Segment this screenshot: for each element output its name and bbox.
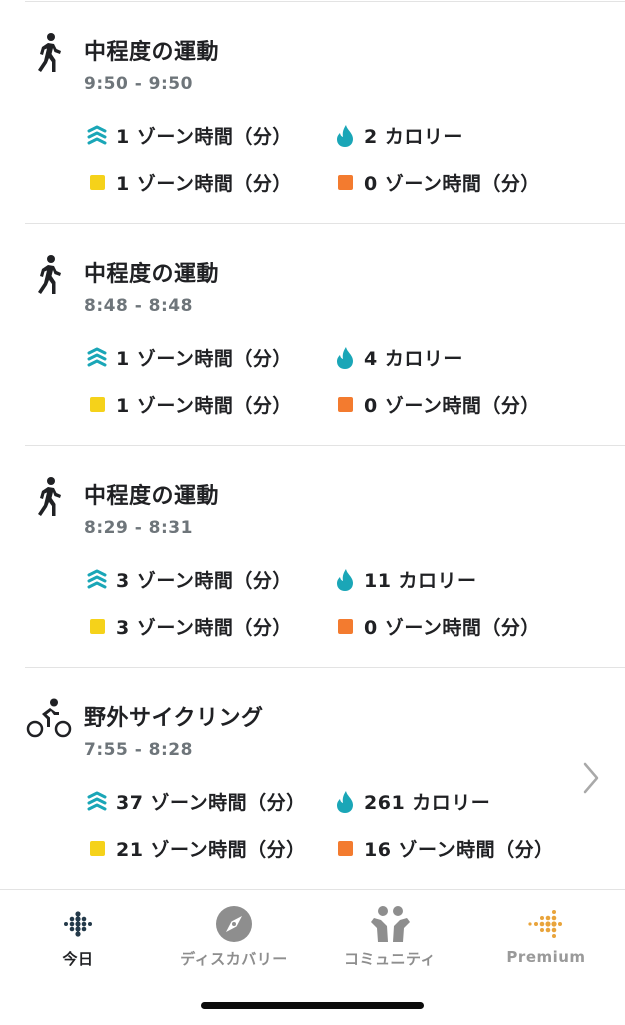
- walking-icon: [38, 33, 61, 72]
- home-indicator[interactable]: [201, 1002, 424, 1009]
- fat-burn-stat: 21 ゾーン時間（分）: [86, 835, 306, 862]
- cardio-stat: 0 ゾーン時間（分）: [334, 169, 540, 196]
- activity-entry[interactable]: 中程度の運動 8:29 - 8:31 3 ゾーン時間（分） 11 カロリー 3 …: [0, 446, 625, 668]
- activity-title: 中程度の運動: [84, 262, 220, 287]
- fat-burn-value: 1 ゾーン時間（分）: [116, 173, 292, 195]
- walking-icon: [38, 255, 61, 294]
- calories-value: 11 カロリー: [364, 570, 477, 592]
- activity-entry[interactable]: 野外サイクリング 7:55 - 8:28 37 ゾーン時間（分） 261 カロリ…: [0, 668, 625, 890]
- activity-title: 野外サイクリング: [84, 706, 264, 731]
- tab-label: Premium: [506, 948, 586, 966]
- tab-premium[interactable]: Premium: [468, 890, 624, 990]
- walking-icon: [38, 477, 61, 516]
- activity-title: 中程度の運動: [84, 484, 220, 509]
- cardio-stat: 16 ゾーン時間（分）: [334, 835, 554, 862]
- zone-minutes-value: 37 ゾーン時間（分）: [116, 792, 306, 814]
- activity-title: 中程度の運動: [84, 40, 220, 65]
- flame-icon: [334, 346, 356, 369]
- cardio-stat: 0 ゾーン時間（分）: [334, 391, 540, 418]
- calories-stat: 2 カロリー: [334, 122, 463, 149]
- activity-time: 9:50 - 9:50: [84, 74, 193, 94]
- flame-icon: [334, 124, 356, 147]
- activity-time: 8:48 - 8:48: [84, 296, 193, 316]
- cardio-square-icon: [337, 397, 353, 412]
- fitbit-dots-icon: [64, 911, 92, 937]
- zone-chevrons-icon: [86, 791, 108, 813]
- tab-label: ディスカバリー: [180, 950, 288, 968]
- calories-stat: 4 カロリー: [334, 344, 463, 371]
- cardio-square-icon: [337, 175, 353, 190]
- cardio-square-icon: [337, 841, 353, 856]
- cycling-icon: [26, 698, 72, 738]
- tab-label: コミュニティ: [343, 950, 437, 968]
- cardio-square-icon: [337, 619, 353, 634]
- premium-dots-icon: [528, 910, 562, 938]
- cardio-value: 0 ゾーン時間（分）: [364, 395, 540, 417]
- fat-burn-square-icon: [89, 619, 105, 634]
- calories-value: 2 カロリー: [364, 126, 463, 148]
- zone-chevrons-icon: [86, 569, 108, 591]
- fat-burn-stat: 3 ゾーン時間（分）: [86, 613, 292, 640]
- zone-minutes-value: 1 ゾーン時間（分）: [116, 126, 292, 148]
- calories-stat: 11 カロリー: [334, 566, 477, 593]
- cardio-stat: 0 ゾーン時間（分）: [334, 613, 540, 640]
- activity-entry[interactable]: 中程度の運動 8:48 - 8:48 1 ゾーン時間（分） 4 カロリー 1 ゾ…: [0, 224, 625, 446]
- cardio-value: 0 ゾーン時間（分）: [364, 173, 540, 195]
- zone-minutes-stat: 1 ゾーン時間（分）: [86, 122, 292, 149]
- calories-stat: 261 カロリー: [334, 788, 490, 815]
- community-icon: [371, 906, 410, 942]
- cardio-value: 0 ゾーン時間（分）: [364, 617, 540, 639]
- zone-minutes-value: 3 ゾーン時間（分）: [116, 570, 292, 592]
- zone-chevrons-icon: [86, 347, 108, 369]
- flame-icon: [334, 790, 356, 813]
- fat-burn-square-icon: [89, 175, 105, 190]
- calories-value: 261 カロリー: [364, 792, 491, 814]
- tab-discovery[interactable]: ディスカバリー: [156, 890, 312, 990]
- activity-time: 7:55 - 8:28: [84, 740, 193, 760]
- zone-minutes-stat: 1 ゾーン時間（分）: [86, 344, 292, 371]
- tab-label: 今日: [62, 950, 94, 968]
- compass-icon: [216, 906, 252, 942]
- activity-list: 中程度の運動 9:50 - 9:50 1 ゾーン時間（分） 2 カロリー 1 ゾ…: [0, 2, 625, 890]
- zone-minutes-stat: 3 ゾーン時間（分）: [86, 566, 292, 593]
- tab-community[interactable]: コミュニティ: [312, 890, 468, 990]
- flame-icon: [334, 568, 356, 591]
- fat-burn-stat: 1 ゾーン時間（分）: [86, 169, 292, 196]
- zone-chevrons-icon: [86, 125, 108, 147]
- calories-value: 4 カロリー: [364, 348, 463, 370]
- fat-burn-value: 1 ゾーン時間（分）: [116, 395, 292, 417]
- cardio-value: 16 ゾーン時間（分）: [364, 839, 554, 861]
- fat-burn-stat: 1 ゾーン時間（分）: [86, 391, 292, 418]
- tab-today[interactable]: 今日: [0, 890, 156, 990]
- fat-burn-square-icon: [89, 841, 105, 856]
- fat-burn-value: 21 ゾーン時間（分）: [116, 839, 306, 861]
- chevron-right-icon[interactable]: [581, 760, 601, 796]
- activity-entry[interactable]: 中程度の運動 9:50 - 9:50 1 ゾーン時間（分） 2 カロリー 1 ゾ…: [0, 2, 625, 224]
- activity-time: 8:29 - 8:31: [84, 518, 193, 538]
- zone-minutes-stat: 37 ゾーン時間（分）: [86, 788, 306, 815]
- zone-minutes-value: 1 ゾーン時間（分）: [116, 348, 292, 370]
- fat-burn-value: 3 ゾーン時間（分）: [116, 617, 292, 639]
- fat-burn-square-icon: [89, 397, 105, 412]
